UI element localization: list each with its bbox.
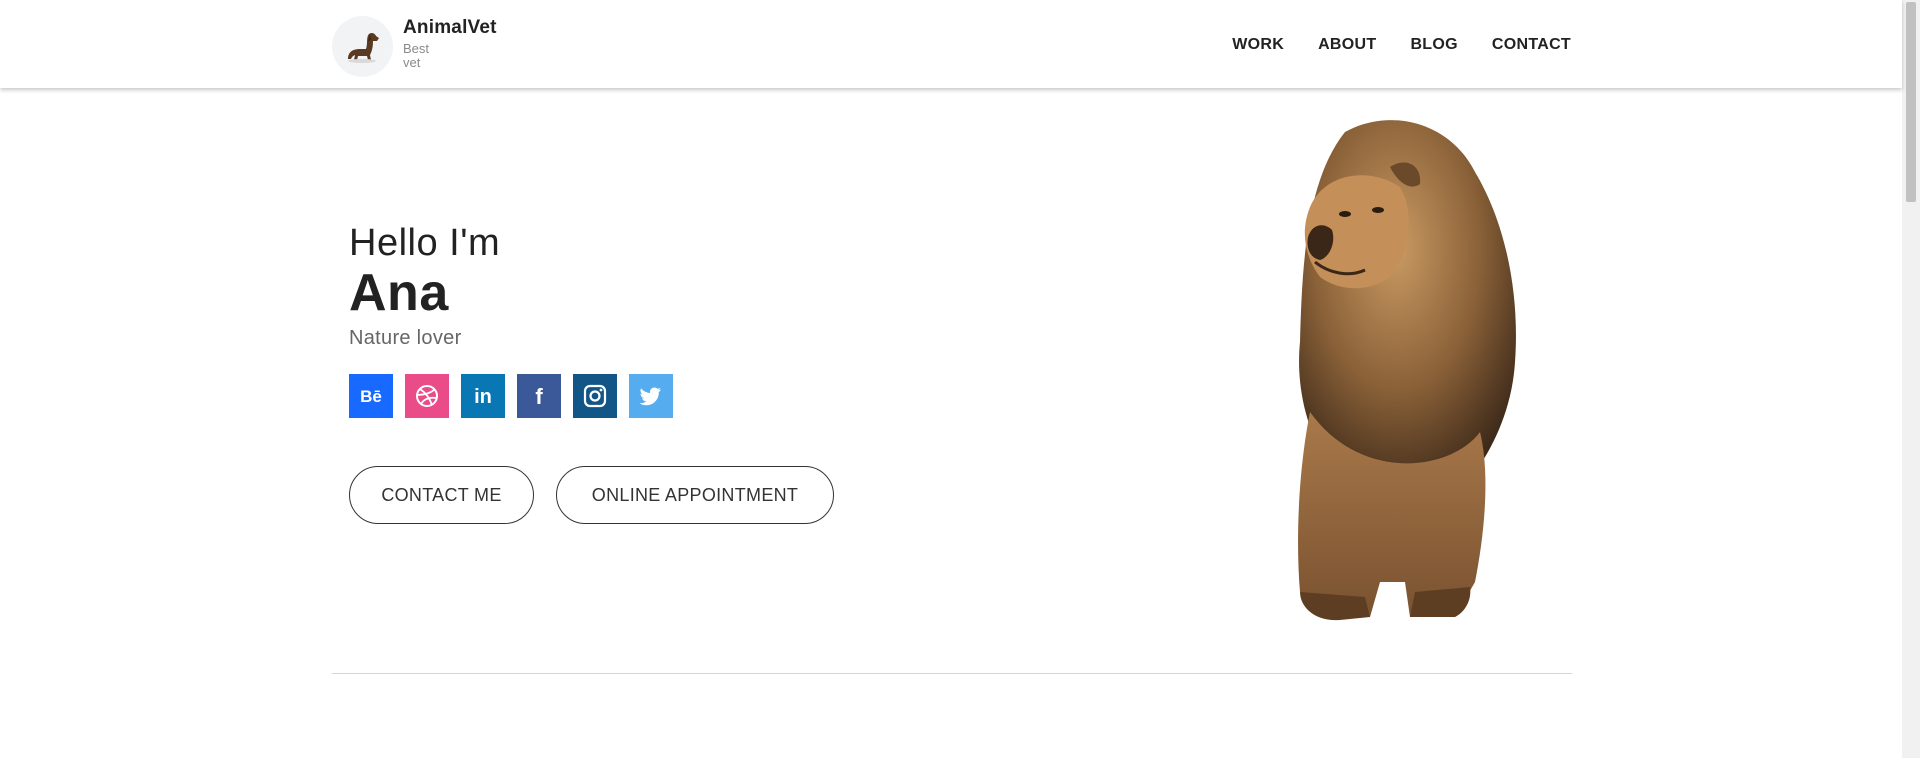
brand-name: AnimalVet [403, 17, 497, 38]
brand[interactable]: AnimalVet Best vet [332, 16, 497, 77]
facebook-icon[interactable]: f [517, 374, 561, 418]
lion-image [1240, 112, 1540, 632]
site-header: AnimalVet Best vet WORK ABOUT BLOG CONTA… [0, 0, 1902, 88]
behance-icon[interactable]: Bē [349, 374, 393, 418]
linkedin-icon[interactable]: in [461, 374, 505, 418]
page-scrollbar[interactable] [1902, 0, 1920, 758]
section-divider [332, 673, 1572, 674]
svg-text:Bē: Bē [360, 387, 382, 406]
nav-blog[interactable]: BLOG [1410, 36, 1457, 54]
svg-text:in: in [474, 386, 492, 408]
main-nav: WORK ABOUT BLOG CONTACT [1198, 36, 1571, 54]
hero-greeting: Hello I'm [349, 222, 501, 264]
brand-tagline: Best vet [403, 41, 430, 70]
nav-about[interactable]: ABOUT [1318, 36, 1376, 54]
hero-name: Ana [349, 264, 449, 322]
online-appointment-button[interactable]: ONLINE APPOINTMENT [556, 466, 834, 524]
nav-work[interactable]: WORK [1232, 36, 1284, 54]
twitter-icon[interactable] [629, 374, 673, 418]
hero-section: Hello I'm Ana Nature lover Bē in f CONTA… [349, 222, 856, 524]
instagram-icon[interactable] [573, 374, 617, 418]
social-links: Bē in f [349, 374, 856, 418]
nav-contact[interactable]: CONTACT [1492, 36, 1571, 54]
dribbble-icon[interactable] [405, 374, 449, 418]
svg-text:f: f [535, 384, 543, 409]
scrollbar-thumb[interactable] [1906, 2, 1916, 202]
hero-tagline: Nature lover [349, 327, 462, 349]
hero-actions: CONTACT ME ONLINE APPOINTMENT [349, 466, 856, 524]
dog-icon [332, 16, 393, 77]
contact-me-button[interactable]: CONTACT ME [349, 466, 534, 524]
